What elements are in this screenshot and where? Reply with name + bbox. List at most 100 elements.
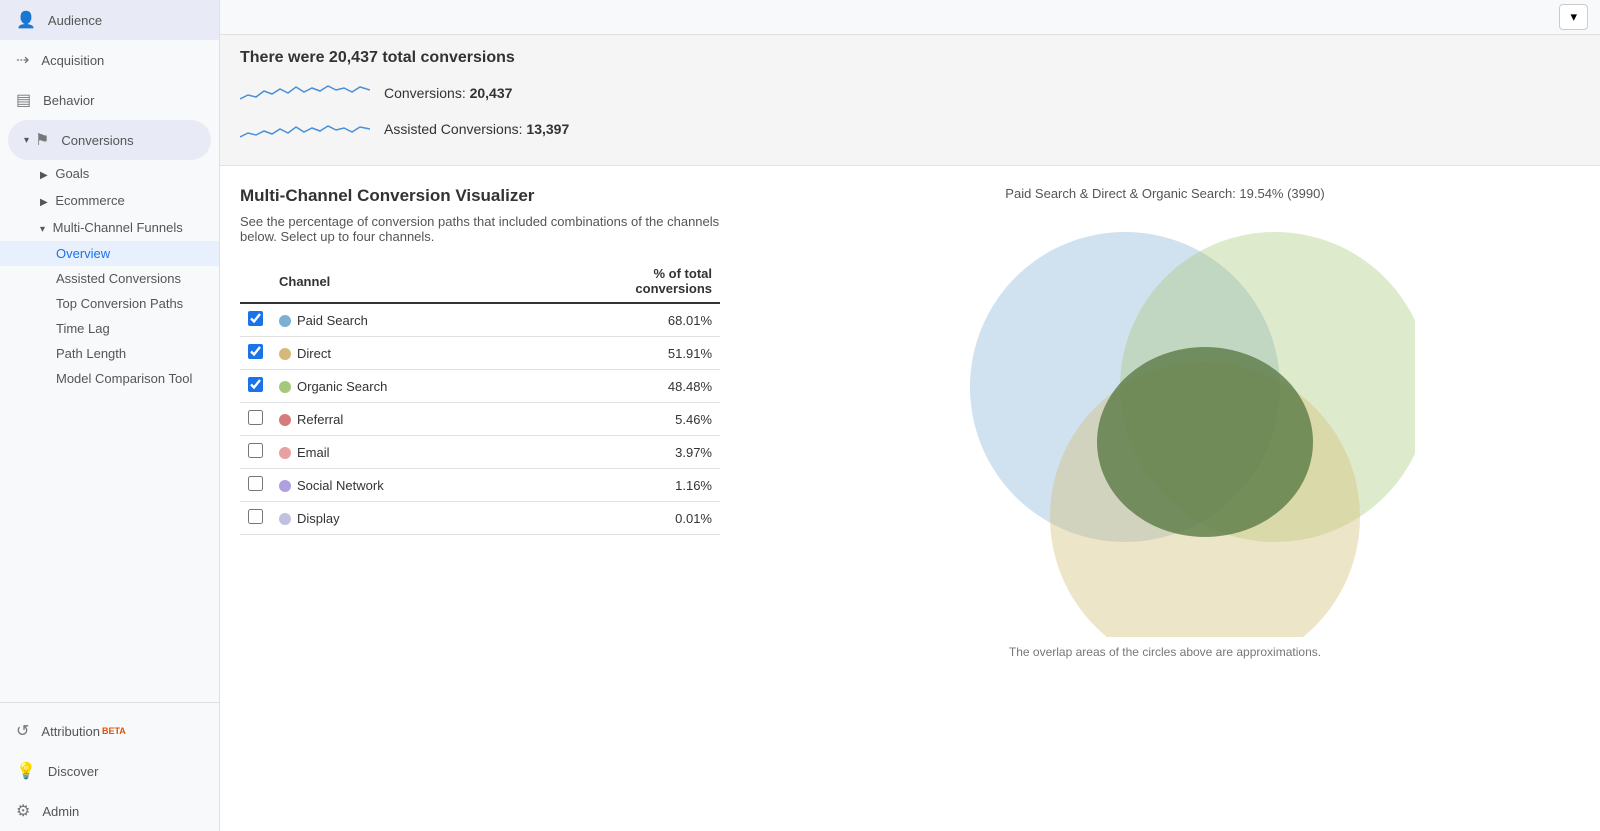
checkbox-email[interactable]	[248, 443, 263, 458]
ecommerce-chevron: ▶	[40, 197, 48, 208]
sidebar-item-assisted-conversions[interactable]: Assisted Conversions	[0, 266, 219, 291]
sidebar-label-time-lag: Time Lag	[56, 321, 110, 336]
dropdown-arrow: ▾	[1570, 9, 1577, 24]
table-row: Paid Search68.01%	[240, 303, 720, 337]
referral-dot	[279, 414, 291, 426]
sidebar-item-conversions[interactable]: ▾ ⚑ Conversions	[8, 120, 211, 160]
behavior-icon: ▤	[16, 90, 31, 110]
sidebar-label-admin: Admin	[42, 804, 79, 819]
paid-search-dot	[279, 315, 291, 327]
checkbox-organic-search[interactable]	[248, 377, 263, 392]
sidebar-item-path-length[interactable]: Path Length	[0, 341, 219, 366]
table-row: Social Network 1.16%	[240, 469, 720, 502]
sidebar-label-acquisition: Acquisition	[41, 53, 104, 68]
checkbox-social-network[interactable]	[248, 476, 263, 491]
sidebar: 👤 Audience ⇢ Acquisition ▤ Behavior ▾ ⚑ …	[0, 0, 220, 831]
summary-banner: There were 20,437 total conversions Conv…	[220, 35, 1600, 166]
paid-search-pct: 68.01%	[580, 303, 720, 337]
visualizer-left: Multi-Channel Conversion Visualizer See …	[240, 186, 720, 659]
table-row: Organic Search 48.48%	[240, 370, 720, 403]
sidebar-label-attribution: Attribution	[41, 724, 100, 739]
social-network-pct: 1.16%	[580, 469, 720, 502]
display-pct: 0.01%	[580, 502, 720, 535]
sidebar-label-behavior: Behavior	[43, 93, 94, 108]
sidebar-item-audience[interactable]: 👤 Audience	[0, 0, 219, 40]
sidebar-item-time-lag[interactable]: Time Lag	[0, 316, 219, 341]
email-pct: 3.97%	[580, 436, 720, 469]
main-content: ▾ There were 20,437 total conversions Co…	[220, 0, 1600, 831]
conversions-metric-row: Conversions: 20,437	[240, 79, 1580, 107]
sidebar-label-path-length: Path Length	[56, 346, 126, 361]
conversions-sparkline	[240, 79, 370, 107]
sidebar-item-top-conversion-paths[interactable]: Top Conversion Paths	[0, 291, 219, 316]
table-row: Display 0.01%	[240, 502, 720, 535]
conversions-label: Conversions: 20,437	[384, 85, 512, 101]
conversions-value: 20,437	[470, 85, 513, 101]
assisted-value: 13,397	[526, 121, 569, 137]
top-bar: ▾	[220, 0, 1600, 35]
sidebar-item-acquisition[interactable]: ⇢ Acquisition	[0, 40, 219, 80]
sidebar-item-behavior[interactable]: ▤ Behavior	[0, 80, 219, 120]
social-network-label: Social Network	[297, 478, 384, 493]
sidebar-item-goals[interactable]: ▶ Goals	[0, 160, 219, 187]
display-label: Display	[297, 511, 340, 526]
multichannel-chevron: ▾	[40, 224, 45, 235]
admin-icon: ⚙	[16, 801, 30, 821]
direct-dot	[279, 348, 291, 360]
assisted-metric-row: Assisted Conversions: 13,397	[240, 115, 1580, 143]
checkbox-referral[interactable]	[248, 410, 263, 425]
organic-search-dot	[279, 381, 291, 393]
sidebar-divider	[0, 702, 219, 703]
checkbox-direct[interactable]	[248, 344, 263, 359]
top-dropdown-button[interactable]: ▾	[1559, 4, 1588, 30]
sidebar-label-assisted-conversions: Assisted Conversions	[56, 271, 181, 286]
sidebar-label-multi-channel: Multi-Channel Funnels	[53, 220, 183, 235]
acquisition-icon: ⇢	[16, 50, 29, 70]
visualizer-description: See the percentage of conversion paths t…	[240, 214, 720, 244]
sidebar-label-ecommerce: Ecommerce	[55, 193, 124, 208]
sidebar-label-model-comparison: Model Comparison Tool	[56, 371, 192, 386]
sidebar-item-discover[interactable]: 💡 Discover	[0, 751, 219, 791]
social-network-dot	[279, 480, 291, 492]
attribution-icon: ↺	[16, 721, 29, 741]
col-channel-header: Channel	[271, 260, 580, 303]
visualizer-title: Multi-Channel Conversion Visualizer	[240, 186, 720, 206]
beta-badge: BETA	[102, 726, 126, 736]
venn-note: The overlap areas of the circles above a…	[1009, 645, 1321, 659]
sidebar-item-model-comparison[interactable]: Model Comparison Tool	[0, 366, 219, 391]
referral-pct: 5.46%	[580, 403, 720, 436]
sidebar-label-discover: Discover	[48, 764, 99, 779]
checkbox-paid-search[interactable]	[248, 311, 263, 326]
table-row: Referral 5.46%	[240, 403, 720, 436]
organic-search-pct: 48.48%	[580, 370, 720, 403]
sidebar-item-admin[interactable]: ⚙ Admin	[0, 791, 219, 831]
direct-label: Direct	[297, 346, 331, 361]
conversions-chevron: ▾	[24, 135, 29, 146]
assisted-sparkline	[240, 115, 370, 143]
conversions-icon: ⚑	[35, 130, 49, 150]
sidebar-item-multi-channel[interactable]: ▾ Multi-Channel Funnels	[0, 214, 219, 241]
sidebar-item-attribution[interactable]: ↺ Attribution BETA	[0, 711, 219, 751]
referral-label: Referral	[297, 412, 343, 427]
col-pct-header: % of total conversions	[580, 260, 720, 303]
email-dot	[279, 447, 291, 459]
sidebar-label-audience: Audience	[48, 13, 102, 28]
assisted-label: Assisted Conversions: 13,397	[384, 121, 569, 137]
table-row: Direct 51.91%	[240, 337, 720, 370]
sidebar-label-overview: Overview	[56, 246, 110, 261]
visualizer-right: Paid Search & Direct & Organic Search: 1…	[750, 186, 1580, 659]
organic-search-label: Organic Search	[297, 379, 387, 394]
summary-title: There were 20,437 total conversions	[240, 49, 1580, 67]
sidebar-label-conversions: Conversions	[61, 133, 133, 148]
email-label: Email	[297, 445, 330, 460]
goals-chevron: ▶	[40, 170, 48, 181]
sidebar-item-ecommerce[interactable]: ▶ Ecommerce	[0, 187, 219, 214]
col-checkbox	[240, 260, 271, 303]
audience-icon: 👤	[16, 10, 36, 30]
direct-pct: 51.91%	[580, 337, 720, 370]
visualizer-section: Multi-Channel Conversion Visualizer See …	[220, 166, 1600, 679]
display-dot	[279, 513, 291, 525]
checkbox-display[interactable]	[248, 509, 263, 524]
venn-label: Paid Search & Direct & Organic Search: 1…	[1005, 186, 1324, 201]
sidebar-item-overview[interactable]: Overview	[0, 241, 219, 266]
